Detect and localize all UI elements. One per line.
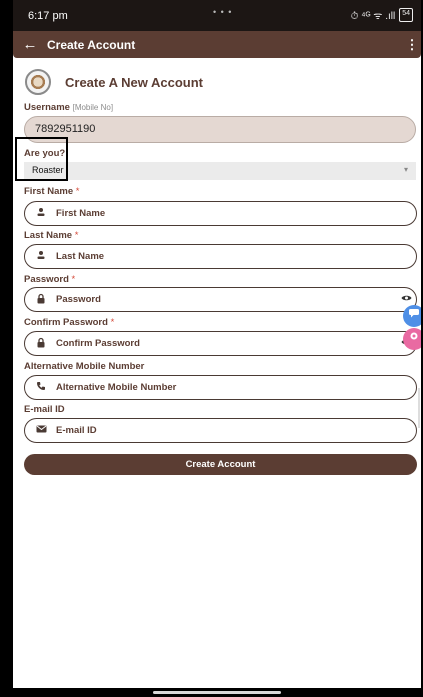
more-options-icon[interactable]: ⋮ <box>403 37 421 53</box>
required-marker: * <box>107 317 115 328</box>
show-password-eye-icon[interactable] <box>396 294 416 305</box>
status-dots: • • • <box>213 7 233 17</box>
home-gesture-handle[interactable] <box>153 691 281 694</box>
lock-icon <box>33 293 49 307</box>
confirm-password-label: Confirm Password * <box>24 317 114 328</box>
alt-mobile-placeholder: Alternative Mobile Number <box>56 382 177 393</box>
app-logo-icon <box>25 69 51 95</box>
role-select[interactable]: Roaster ▾ <box>24 162 416 180</box>
status-bar: 6:17 pm • • • ⏱ ⁴ᴳ ᯤ .ıll 54 <box>13 0 421 31</box>
email-input[interactable]: E-mail ID <box>24 418 417 443</box>
phone-icon <box>33 381 49 394</box>
person-icon <box>33 207 49 220</box>
app-bar-title: Create Account <box>47 37 136 52</box>
password-placeholder: Password <box>56 294 101 305</box>
username-label: Username [Mobile No] <box>24 102 113 113</box>
username-label-text: Username <box>24 102 70 113</box>
battery-icon: 54 <box>399 8 413 22</box>
mail-icon <box>33 425 49 436</box>
last-name-label: Last Name * <box>24 230 78 241</box>
signal-icon: ⏱ ⁴ᴳ ᯤ .ıll <box>350 11 396 22</box>
system-icons: ⏱ ⁴ᴳ ᯤ .ıll 54 <box>351 8 413 22</box>
alt-mobile-label: Alternative Mobile Number <box>24 361 145 372</box>
person-icon <box>33 250 49 263</box>
floating-chat-icon[interactable] <box>403 305 421 327</box>
form-title: Create A New Account <box>65 74 203 90</box>
last-name-placeholder: Last Name <box>56 251 105 262</box>
password-input[interactable]: Password <box>24 287 417 312</box>
lock-icon <box>33 337 49 351</box>
alt-mobile-input[interactable]: Alternative Mobile Number <box>24 375 417 400</box>
email-label: E-mail ID <box>24 404 65 415</box>
dropdown-arrow-icon: ▾ <box>403 165 408 174</box>
back-arrow-icon[interactable]: ← <box>13 36 47 53</box>
last-name-input[interactable]: Last Name <box>24 244 417 269</box>
highlight-box <box>15 137 68 181</box>
first-name-placeholder: First Name <box>56 208 106 219</box>
floating-assistant-icon[interactable] <box>403 328 421 350</box>
required-marker: * <box>68 274 76 285</box>
username-sublabel: [Mobile No] <box>72 103 114 112</box>
required-marker: * <box>73 186 80 197</box>
first-name-label-text: First Name <box>24 186 74 197</box>
confirm-password-label-text: Confirm Password <box>24 317 108 328</box>
username-field[interactable]: 7892951190 <box>24 116 416 143</box>
password-label-text: Password <box>24 274 69 285</box>
app-screen: 6:17 pm • • • ⏱ ⁴ᴳ ᯤ .ıll 54 ← Create Ac… <box>13 0 421 697</box>
confirm-password-input[interactable]: Confirm Password <box>24 331 417 356</box>
confirm-password-placeholder: Confirm Password <box>56 338 140 349</box>
app-bar: ← Create Account ⋮ <box>13 31 421 58</box>
first-name-label: First Name * <box>24 186 79 197</box>
first-name-input[interactable]: First Name <box>24 201 417 226</box>
create-account-button[interactable]: Create Account <box>24 454 417 475</box>
scroll-indicator <box>418 388 420 428</box>
password-label: Password * <box>24 274 75 285</box>
form-header: Create A New Account <box>25 68 203 96</box>
required-marker: * <box>72 230 79 241</box>
email-placeholder: E-mail ID <box>56 425 97 436</box>
last-name-label-text: Last Name <box>24 230 73 241</box>
